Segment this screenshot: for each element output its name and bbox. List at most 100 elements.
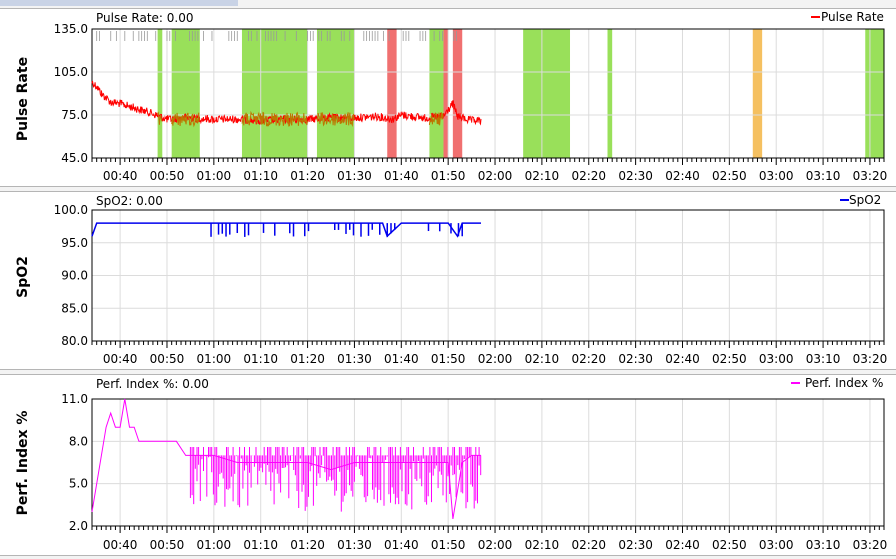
x-tick-label: 02:00 [478,169,513,183]
x-tick-label: 01:10 [243,352,278,366]
x-tick-label: 02:50 [712,352,747,366]
x-tick-label: 03:00 [759,169,794,183]
x-tick-label: 02:10 [525,352,560,366]
pulse-rate-legend-label: Pulse Rate [821,10,884,24]
event-band-4 [387,29,397,158]
y-tick-label: 45.0 [61,151,88,165]
y-tick-label: 95.0 [61,236,88,250]
x-tick-label: 01:20 [290,169,325,183]
plot-frame [91,398,885,527]
spo2-panel: SpO2 SpO2: 0.00 SpO2 100.0 95.0 90.0 85.0 80… [0,191,896,370]
x-tick-label: 02:20 [571,169,606,183]
x-tick-label: 00:50 [150,352,185,366]
event-band-1 [171,29,200,158]
perf-index-series-line [91,398,481,519]
x-tick-label: 00:50 [150,538,185,552]
y-tick-label: 8.0 [69,434,88,448]
x-tick-label: 01:40 [384,538,419,552]
x-tick-label: 03:20 [853,169,888,183]
plot-frame [91,28,885,159]
x-tick-label: 02:30 [618,538,653,552]
spo2-chart: SpO2 SpO2: 0.00 SpO2 100.0 95.0 90.0 85.0 80… [15,193,888,366]
y-tick-label: 2.0 [69,519,88,533]
x-tick-label: 02:40 [665,352,700,366]
x-tick-label: 01:40 [384,352,419,366]
x-tick-label: 00:40 [103,352,138,366]
x-tick-label: 01:00 [197,169,232,183]
perf-index-panel: Perf. Index % Perf. Index %: 0.00 Perf. … [0,374,896,556]
event-band-2 [241,29,308,158]
y-tick-label: 100.0 [54,203,88,217]
x-tick-label: 03:10 [806,538,841,552]
x-tick-label: 00:40 [103,169,138,183]
spo2-title: SpO2: 0.00 [96,194,163,208]
x-tick-label: 03:20 [853,352,888,366]
x-tick-label: 02:10 [525,538,560,552]
x-tick-label: 02:00 [478,538,513,552]
x-tick-label: 01:40 [384,169,419,183]
x-tick-label: 03:20 [853,538,888,552]
x-tick-label: 01:30 [337,169,372,183]
y-tick-label: 105.0 [54,65,88,79]
x-tick-label: 03:10 [806,169,841,183]
event-band-8 [523,29,571,158]
x-tick-label: 01:00 [197,538,232,552]
y-tick-label: 135.0 [54,22,88,36]
spo2-legend: SpO2 [840,193,881,207]
x-tick-label: 00:50 [150,169,185,183]
pulse-rate-legend: Pulse Rate [811,10,884,24]
event-band-6 [443,29,449,158]
x-tick-label: 01:10 [243,169,278,183]
x-tick-label: 01:30 [337,538,372,552]
perf-index-title: Perf. Index %: 0.00 [96,377,209,391]
x-tick-label: 01:50 [431,352,466,366]
x-tick-label: 01:20 [290,538,325,552]
x-tick-label: 03:10 [806,352,841,366]
x-tick-label: 03:00 [759,352,794,366]
x-tick-label: 02:30 [618,169,653,183]
perf-index-legend: Perf. Index % [791,376,883,390]
pulse-rate-chart: Pulse Rate Pulse Rate: 0.00 Pulse Rate 1… [15,10,888,183]
x-tick-label: 01:20 [290,352,325,366]
spo2-y-axis-label: SpO2 [15,256,31,298]
x-tick-label: 02:00 [478,352,513,366]
event-band-7 [452,29,463,158]
x-tick-label: 02:20 [571,352,606,366]
x-tick-label: 02:40 [665,538,700,552]
perf-index-chart: Perf. Index % Perf. Index %: 0.00 Perf. … [15,376,888,552]
y-tick-label: 11.0 [61,392,88,406]
x-tick-label: 02:30 [618,352,653,366]
perf-index-spikes [189,447,482,512]
pulse-rate-y-axis-label: Pulse Rate [15,57,31,141]
x-tick-label: 03:00 [759,538,794,552]
spo2-series-line [91,222,481,238]
perf-index-legend-label: Perf. Index % [805,376,883,390]
spo2-legend-label: SpO2 [849,193,881,207]
x-tick-label: 01:50 [431,538,466,552]
y-tick-label: 85.0 [61,301,88,315]
x-tick-label: 02:40 [665,169,700,183]
x-tick-label: 00:40 [103,538,138,552]
x-tick-label: 02:50 [712,169,747,183]
y-tick-label: 80.0 [61,334,88,348]
y-tick-label: 90.0 [61,269,88,283]
x-tick-label: 02:20 [571,538,606,552]
perf-index-y-axis-label: Perf. Index % [15,411,31,516]
x-tick-label: 02:50 [712,538,747,552]
x-tick-label: 01:30 [337,352,372,366]
pulse-rate-title: Pulse Rate: 0.00 [96,11,194,25]
event-band-3 [316,29,355,158]
pulse-rate-panel: Pulse Rate Pulse Rate: 0.00 Pulse Rate 1… [0,8,896,187]
y-tick-label: 75.0 [61,108,88,122]
x-tick-label: 01:50 [431,169,466,183]
event-band-11 [865,29,884,158]
event-band-5 [429,29,444,158]
x-tick-label: 01:10 [243,538,278,552]
event-band-0 [157,29,163,158]
event-band-9 [607,29,613,158]
x-tick-label: 02:10 [525,169,560,183]
window-top-band [0,0,238,6]
event-band-10 [752,29,763,158]
x-tick-label: 01:00 [197,352,232,366]
y-tick-label: 5.0 [69,477,88,491]
